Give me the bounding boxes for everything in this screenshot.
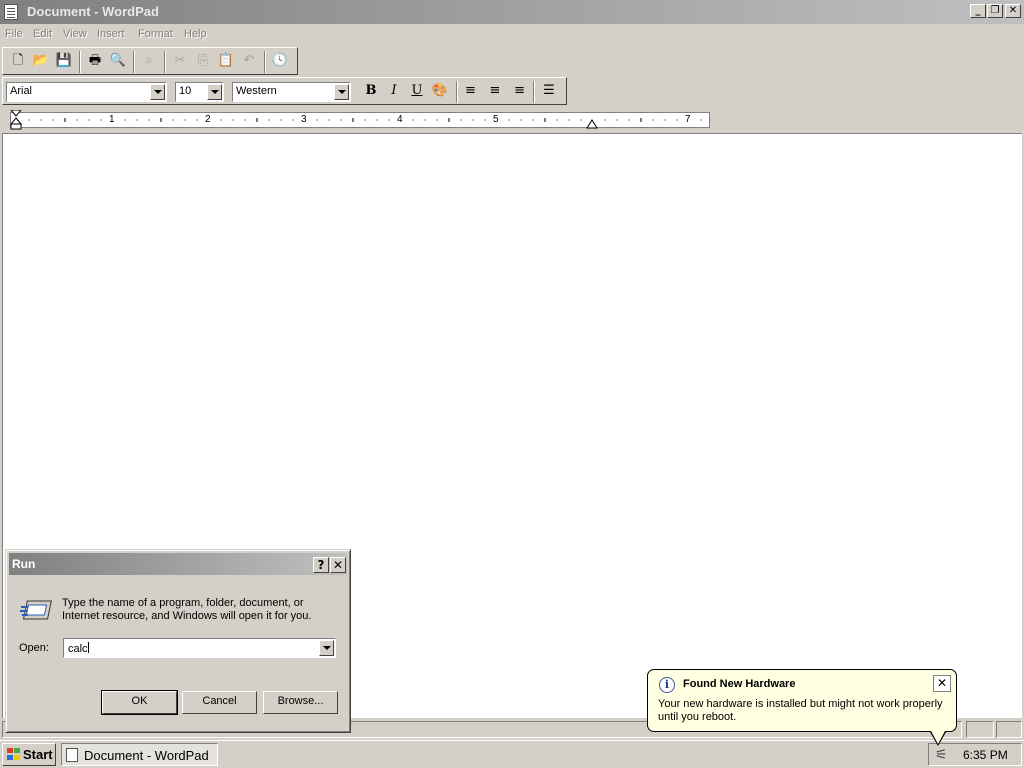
font-size-value: 10 xyxy=(179,85,192,97)
balloon-close-button[interactable]: ✕ xyxy=(933,675,951,692)
status-pane xyxy=(966,721,994,738)
menu-edit[interactable]: Edit xyxy=(33,28,52,40)
toolbar-separator xyxy=(133,51,135,73)
start-label: Start xyxy=(23,747,53,762)
align-center-icon[interactable]: ≡ xyxy=(484,81,506,103)
left-indent-marker[interactable] xyxy=(10,110,22,130)
minimize-button[interactable]: _ xyxy=(970,4,986,18)
balloon-tail xyxy=(930,731,946,746)
ruler-label: 3 xyxy=(301,114,307,125)
ruler-strip[interactable]: 1 2 3 4 5 7 xyxy=(10,112,710,128)
title-bar[interactable]: Document - WordPad _ ❐ ✕ xyxy=(0,0,1024,24)
text-caret xyxy=(87,642,89,653)
script-value: Western xyxy=(236,85,277,97)
run-dialog-title-bar[interactable]: Run ? ✕ xyxy=(9,553,347,575)
start-button[interactable]: Start xyxy=(2,743,56,766)
menu-bar: File Edit View Insert Format Help xyxy=(0,25,1024,45)
chevron-down-icon[interactable] xyxy=(207,84,222,100)
windows-flag-icon xyxy=(7,748,21,761)
menu-format[interactable]: Format xyxy=(138,28,173,40)
print-preview-icon[interactable]: 🔍 xyxy=(107,51,129,73)
menu-insert[interactable]: Insert xyxy=(97,28,125,40)
copy-icon[interactable]: ⎘ xyxy=(192,51,214,73)
open-input-value: calc xyxy=(68,643,88,655)
italic-button[interactable]: I xyxy=(383,81,405,103)
open-label: Open: xyxy=(19,642,49,654)
ruler-ticks xyxy=(28,118,702,122)
menu-file[interactable]: File xyxy=(5,28,23,40)
clock[interactable]: 6:35 PM xyxy=(963,748,1008,762)
system-tray: ⚟ 6:35 PM xyxy=(928,743,1022,766)
open-folder-icon[interactable]: 📂 xyxy=(30,51,52,73)
bold-button[interactable]: B xyxy=(360,81,382,103)
menu-help[interactable]: Help xyxy=(184,28,207,40)
cancel-button[interactable]: Cancel xyxy=(182,691,257,714)
toolbar-separator xyxy=(164,51,166,73)
menu-view[interactable]: View xyxy=(63,28,87,40)
align-right-icon[interactable]: ≡ xyxy=(507,81,529,103)
chevron-down-icon[interactable] xyxy=(334,84,349,100)
color-palette-icon[interactable]: 🎨 xyxy=(429,81,451,103)
close-button[interactable]: ✕ xyxy=(1005,4,1021,18)
toolbar-separator xyxy=(79,51,81,73)
bullets-icon[interactable]: ☰ xyxy=(538,81,560,103)
notification-balloon[interactable]: i Found New Hardware ✕ Your new hardware… xyxy=(647,669,957,746)
wordpad-app-icon xyxy=(66,748,78,762)
ruler[interactable]: 1 2 3 4 5 7 xyxy=(0,108,1024,132)
run-close-button[interactable]: ✕ xyxy=(330,557,346,573)
balloon-text: Your new hardware is installed but might… xyxy=(658,698,943,723)
run-dialog: Run ? ✕ Type the name of a program, fold… xyxy=(5,549,351,733)
standard-toolbar: 🗋 📂 💾 🖶 🔍 ⌕ ✂ ⎘ 📋 ↶ 🕓 xyxy=(2,47,298,75)
toolbar-separator xyxy=(456,81,458,103)
ruler-label: 7 xyxy=(685,114,691,125)
ruler-label: 4 xyxy=(397,114,403,125)
underline-button[interactable]: U xyxy=(406,81,428,103)
chevron-down-icon[interactable] xyxy=(150,84,165,100)
format-toolbar: Arial 10 Western B I U 🎨 ≡ ≡ ≡ ☰ xyxy=(2,77,567,105)
run-description: Type the name of a program, folder, docu… xyxy=(62,597,312,622)
run-icon xyxy=(20,600,52,620)
taskbar-item-wordpad[interactable]: Document - WordPad xyxy=(61,743,218,766)
toolbar-separator xyxy=(533,81,535,103)
ruler-label: 5 xyxy=(493,114,499,125)
window-title: Document - WordPad xyxy=(27,4,159,19)
ok-button[interactable]: OK xyxy=(101,690,178,715)
date-time-icon[interactable]: 🕓 xyxy=(269,51,291,73)
open-input[interactable]: calc xyxy=(63,638,336,658)
ruler-label: 2 xyxy=(205,114,211,125)
new-document-icon[interactable]: 🗋 xyxy=(7,51,29,73)
right-indent-marker[interactable] xyxy=(586,119,598,129)
undo-icon[interactable]: ↶ xyxy=(238,51,260,73)
balloon-title: Found New Hardware xyxy=(683,678,796,690)
taskbar: Start Document - WordPad ⚟ 6:35 PM xyxy=(0,740,1024,768)
browse-button[interactable]: Browse... xyxy=(263,691,338,714)
print-icon[interactable]: 🖶 xyxy=(84,51,106,73)
align-left-icon[interactable]: ≡ xyxy=(461,81,483,103)
help-button[interactable]: ? xyxy=(313,557,329,573)
hardware-tray-icon[interactable]: ⚟ xyxy=(935,747,948,763)
paste-icon[interactable]: 📋 xyxy=(215,51,237,73)
chevron-down-icon[interactable] xyxy=(319,640,334,656)
save-icon[interactable]: 💾 xyxy=(53,51,75,73)
find-icon[interactable]: ⌕ xyxy=(138,51,160,73)
toolbar-separator xyxy=(264,51,266,73)
restore-button[interactable]: ❐ xyxy=(987,4,1003,18)
font-name-combo[interactable]: Arial xyxy=(6,82,167,102)
font-name-value: Arial xyxy=(10,85,33,97)
cut-icon[interactable]: ✂ xyxy=(169,51,191,73)
script-combo[interactable]: Western xyxy=(232,82,351,102)
font-size-combo[interactable]: 10 xyxy=(175,82,224,102)
ruler-label: 1 xyxy=(109,114,115,125)
wordpad-app-icon[interactable] xyxy=(4,4,18,20)
taskbar-item-label: Document - WordPad xyxy=(84,748,209,763)
status-pane xyxy=(996,721,1022,738)
info-icon: i xyxy=(659,677,675,693)
run-dialog-title: Run xyxy=(12,557,36,571)
